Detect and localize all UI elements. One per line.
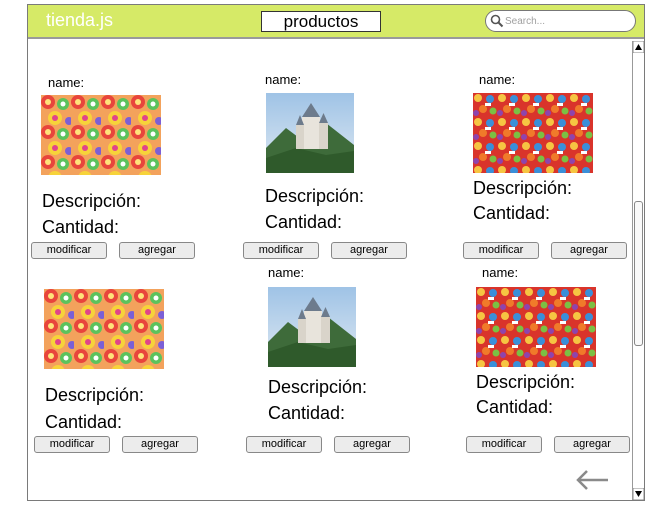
product-image-candy-lollipops: [44, 289, 164, 369]
product-description-label: Descripción:: [473, 178, 573, 198]
product-card: name: Descripción: Cantidad: modificar a…: [463, 70, 656, 260]
scroll-up-arrow-icon[interactable]: [633, 41, 644, 53]
app-window: tienda.js productos name: Descripción: C…: [27, 4, 645, 501]
brand-logo[interactable]: tienda.js: [46, 10, 113, 31]
modify-button[interactable]: modificar: [34, 436, 110, 453]
top-bar: tienda.js productos: [28, 5, 644, 39]
add-button[interactable]: agregar: [551, 242, 627, 259]
modify-button[interactable]: modificar: [243, 242, 319, 259]
product-quantity-label: Cantidad:: [265, 212, 343, 232]
search-input[interactable]: [505, 13, 625, 29]
product-name-label: name:: [479, 72, 516, 87]
product-description-label: Descripción:: [45, 385, 145, 405]
product-image-candy-lollipops: [41, 95, 161, 175]
product-card: Descripción: Cantidad: modificar agregar: [33, 265, 233, 455]
product-quantity-label: Cantidad:: [476, 397, 554, 417]
add-button[interactable]: agregar: [122, 436, 198, 453]
add-button[interactable]: agregar: [119, 242, 195, 259]
add-button[interactable]: agregar: [331, 242, 407, 259]
arrow-left-icon[interactable]: [574, 467, 610, 493]
product-image-castle-landscape: [268, 287, 356, 367]
product-description-label: Descripción:: [476, 372, 576, 392]
scroll-down-arrow-icon[interactable]: [633, 488, 644, 500]
product-image-candy-mix: [473, 93, 593, 173]
product-name-label: name:: [48, 75, 85, 90]
page-title: productos: [261, 11, 381, 32]
product-quantity-label: Cantidad:: [42, 217, 120, 237]
modify-button[interactable]: modificar: [463, 242, 539, 259]
product-description-label: Descripción:: [265, 186, 365, 206]
product-name-label: name:: [265, 72, 302, 87]
modify-button[interactable]: modificar: [31, 242, 107, 259]
product-name-label: name:: [268, 265, 305, 280]
product-card: name: Descripción: Cantidad: modificar a…: [30, 70, 230, 260]
product-card: name: Descripción: Cantidad: modificar a…: [466, 265, 656, 455]
product-quantity-label: Cantidad:: [45, 412, 123, 432]
search-icon[interactable]: [490, 14, 504, 28]
product-image-castle-landscape: [266, 93, 354, 173]
add-button[interactable]: agregar: [334, 436, 410, 453]
product-quantity-label: Cantidad:: [473, 203, 551, 223]
product-quantity-label: Cantidad:: [268, 403, 346, 423]
product-card: name: Descripción: Cantidad: modificar a…: [246, 265, 446, 455]
search-box[interactable]: [485, 10, 636, 32]
product-name-label: name:: [482, 265, 519, 280]
modify-button[interactable]: modificar: [246, 436, 322, 453]
product-image-candy-mix: [476, 287, 596, 367]
product-description-label: Descripción:: [42, 191, 142, 211]
add-button[interactable]: agregar: [554, 436, 630, 453]
product-card: name: Descripción: Cantidad: modificar a…: [243, 70, 443, 260]
product-description-label: Descripción:: [268, 377, 368, 397]
modify-button[interactable]: modificar: [466, 436, 542, 453]
